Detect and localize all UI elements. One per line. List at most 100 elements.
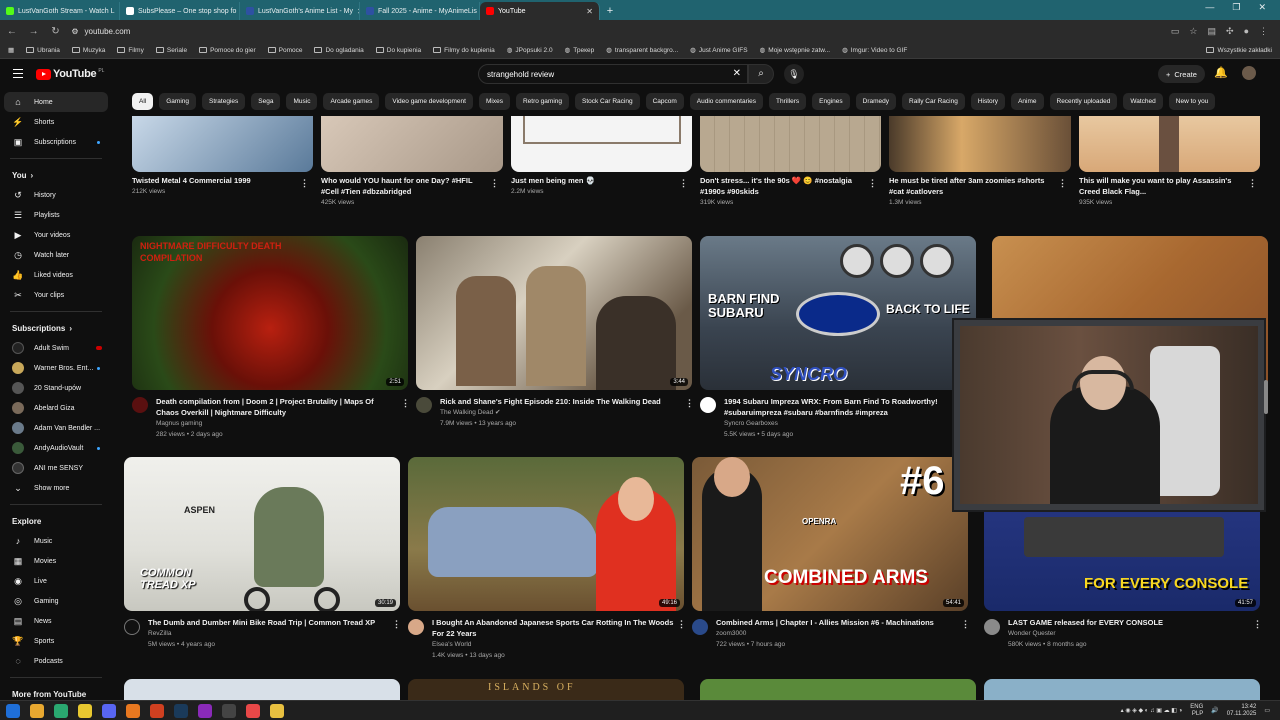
more-actions-icon[interactable]: ⋮ xyxy=(300,178,309,189)
channel-avatar[interactable] xyxy=(692,619,708,635)
video-thumbnail[interactable]: 49:16 xyxy=(408,457,684,611)
apps-grid-icon[interactable]: ▦ xyxy=(8,46,14,54)
app-icon[interactable] xyxy=(198,703,212,718)
language-indicator[interactable]: ENG PLP xyxy=(1190,704,1203,718)
video-title[interactable]: 1994 Subaru Impreza WRX: From Barn Find … xyxy=(724,397,954,418)
bookmark-folder[interactable]: Do ogladania xyxy=(314,47,364,54)
channel-avatar[interactable] xyxy=(700,397,716,413)
sidebar-sub-channel[interactable]: Warner Bros. Ent... xyxy=(0,358,112,378)
sidebar-item-gaming[interactable]: ◎ Gaming xyxy=(0,591,112,611)
site-info-icon[interactable]: ⚙ xyxy=(71,27,78,36)
bookmark-link[interactable]: ◍ transparent backgro... xyxy=(606,46,678,55)
bookmark-folder[interactable]: Filmy xyxy=(117,47,144,54)
short-thumbnail[interactable] xyxy=(889,116,1071,172)
chip[interactable]: Sega xyxy=(251,93,281,110)
app-icon[interactable] xyxy=(54,703,68,718)
all-bookmarks[interactable]: Wszystkie zakładki xyxy=(1206,47,1280,54)
app-icon[interactable] xyxy=(246,703,260,718)
more-actions-icon[interactable]: ⋮ xyxy=(677,619,686,630)
short-thumbnail[interactable] xyxy=(1079,116,1260,172)
more-actions-icon[interactable]: ⋮ xyxy=(961,619,970,630)
sidebar-item-podcasts[interactable]: ◌ Podcasts xyxy=(0,651,112,671)
minimize-icon[interactable]: — xyxy=(1205,2,1214,13)
sidebar-sub-channel[interactable]: ANI me SENSY xyxy=(0,458,112,478)
sidebar-item-news[interactable]: ▤ News xyxy=(0,611,112,631)
more-actions-icon[interactable]: ⋮ xyxy=(868,178,877,189)
obs-icon[interactable] xyxy=(222,703,236,718)
bookmark-link[interactable]: ◍ Imgur: Video to GIF xyxy=(842,46,907,55)
video-thumbnail[interactable]: ASPEN COMMON TREAD XP 30:19 xyxy=(124,457,400,611)
volume-icon[interactable]: 🔊 xyxy=(1211,707,1218,714)
bookmark-star-icon[interactable]: ☆ xyxy=(1189,26,1197,37)
browser-tab[interactable]: SubsPlease – One stop shop fo✕ xyxy=(120,2,240,20)
chip[interactable]: Watched xyxy=(1123,93,1163,110)
short-thumbnail[interactable] xyxy=(132,116,313,172)
more-actions-icon[interactable]: ⋮ xyxy=(679,178,688,189)
reload-icon[interactable]: ↻ xyxy=(50,26,62,37)
browser-menu-icon[interactable]: ⋮ xyxy=(1259,26,1268,37)
search-button[interactable]: ⌕ xyxy=(748,64,774,84)
channel-avatar[interactable] xyxy=(416,397,432,413)
sidebar-item-live[interactable]: ◉ Live xyxy=(0,571,112,591)
channel-avatar[interactable] xyxy=(124,619,140,635)
chip[interactable]: Thrillers xyxy=(769,93,807,110)
channel-name[interactable]: Elsea's World xyxy=(432,640,471,651)
bookmark-link[interactable]: ◍ JPopsuki 2.0 xyxy=(507,46,553,55)
channel-name[interactable]: Syncro Gearboxes xyxy=(724,419,778,430)
sidebar-sub-channel[interactable]: 20 Stand-upów xyxy=(0,378,112,398)
video-title[interactable]: Death compilation from | Doom 2 | Projec… xyxy=(156,397,386,418)
channel-name[interactable]: Magnus gaming xyxy=(156,419,202,430)
app-icon[interactable] xyxy=(150,703,164,718)
short-thumbnail[interactable] xyxy=(511,116,692,172)
bookmark-folder[interactable]: Muzyka xyxy=(71,47,105,54)
bookmark-folder[interactable]: Seriale xyxy=(155,47,187,54)
back-icon[interactable]: ← xyxy=(6,26,18,37)
profile-icon[interactable]: ● xyxy=(1244,26,1249,37)
new-tab-button[interactable]: + xyxy=(600,2,620,20)
url-field[interactable]: ⚙ youtube.com xyxy=(71,23,1161,39)
sidebar-show-more[interactable]: ⌄ Show more xyxy=(0,478,112,498)
channel-name[interactable]: zoom3000 xyxy=(716,629,746,640)
browser-tab[interactable]: LustVanGoth Stream - Watch L✕ xyxy=(0,2,120,20)
chip[interactable]: Gaming xyxy=(159,93,196,110)
channel-avatar[interactable] xyxy=(132,397,148,413)
bookmark-folder[interactable]: Filmy do kupienia xyxy=(433,47,495,54)
chip[interactable]: Capcom xyxy=(645,93,684,110)
short-title[interactable]: Don't stress... it's the 90s ❤️ 😊 #nosta… xyxy=(700,176,865,197)
menu-icon[interactable] xyxy=(13,69,23,81)
chip[interactable]: History xyxy=(970,93,1006,110)
sidebar-header-you[interactable]: You › xyxy=(0,165,112,185)
short-thumbnail[interactable] xyxy=(321,116,503,172)
sidebar-item-music[interactable]: ♪ Music xyxy=(0,531,112,551)
bookmark-link[interactable]: ◍ Трекер xyxy=(565,46,595,55)
extension-icon[interactable]: ▤ xyxy=(1208,26,1217,37)
chip[interactable]: Engines xyxy=(812,93,850,110)
file-explorer-icon[interactable] xyxy=(270,703,284,718)
channel-avatar[interactable] xyxy=(408,619,424,635)
chip[interactable]: Video game development xyxy=(385,93,473,110)
browser-tab[interactable]: Fall 2025 - Anime - MyAnimeLis✕ xyxy=(360,2,480,20)
more-actions-icon[interactable]: ⋮ xyxy=(401,398,410,409)
create-button[interactable]: + Create xyxy=(1158,65,1205,83)
notifications-bell-icon[interactable]: 🔔 xyxy=(1214,66,1228,79)
chip[interactable]: Anime xyxy=(1011,93,1044,110)
chip[interactable]: Recently uploaded xyxy=(1049,93,1118,110)
more-actions-icon[interactable]: ⋮ xyxy=(1253,619,1262,630)
sidebar-item-sports[interactable]: 🏆 Sports xyxy=(0,631,112,651)
bookmark-folder[interactable]: Pomoce xyxy=(267,47,302,54)
bookmark-link[interactable]: ◍ Just Anime GIFS xyxy=(690,46,747,55)
chip[interactable]: Dramedy xyxy=(855,93,897,110)
chip[interactable]: Mixes xyxy=(478,93,510,110)
sidebar-item-your-videos[interactable]: ▶ Your videos xyxy=(0,225,112,245)
video-title[interactable]: LAST GAME released for EVERY CONSOLE xyxy=(1008,618,1248,629)
video-title[interactable]: Rick and Shane's Fight Episode 210: Insi… xyxy=(440,397,670,408)
extensions-puzzle-icon[interactable]: ✣ xyxy=(1226,26,1234,37)
chrome-icon[interactable] xyxy=(30,703,44,718)
bookmark-folder[interactable]: Ubrania xyxy=(26,47,60,54)
clear-search-icon[interactable]: ✕ xyxy=(733,68,741,79)
short-title[interactable]: Just men being men 💀 xyxy=(511,176,676,187)
channel-name[interactable]: Wonder Quester xyxy=(1008,629,1056,640)
bookmark-link[interactable]: ◍ Moje wstępnie zatw... xyxy=(760,46,830,55)
more-actions-icon[interactable]: ⋮ xyxy=(685,398,694,409)
short-title[interactable]: He must be tired after 3am zoomies #shor… xyxy=(889,176,1054,197)
